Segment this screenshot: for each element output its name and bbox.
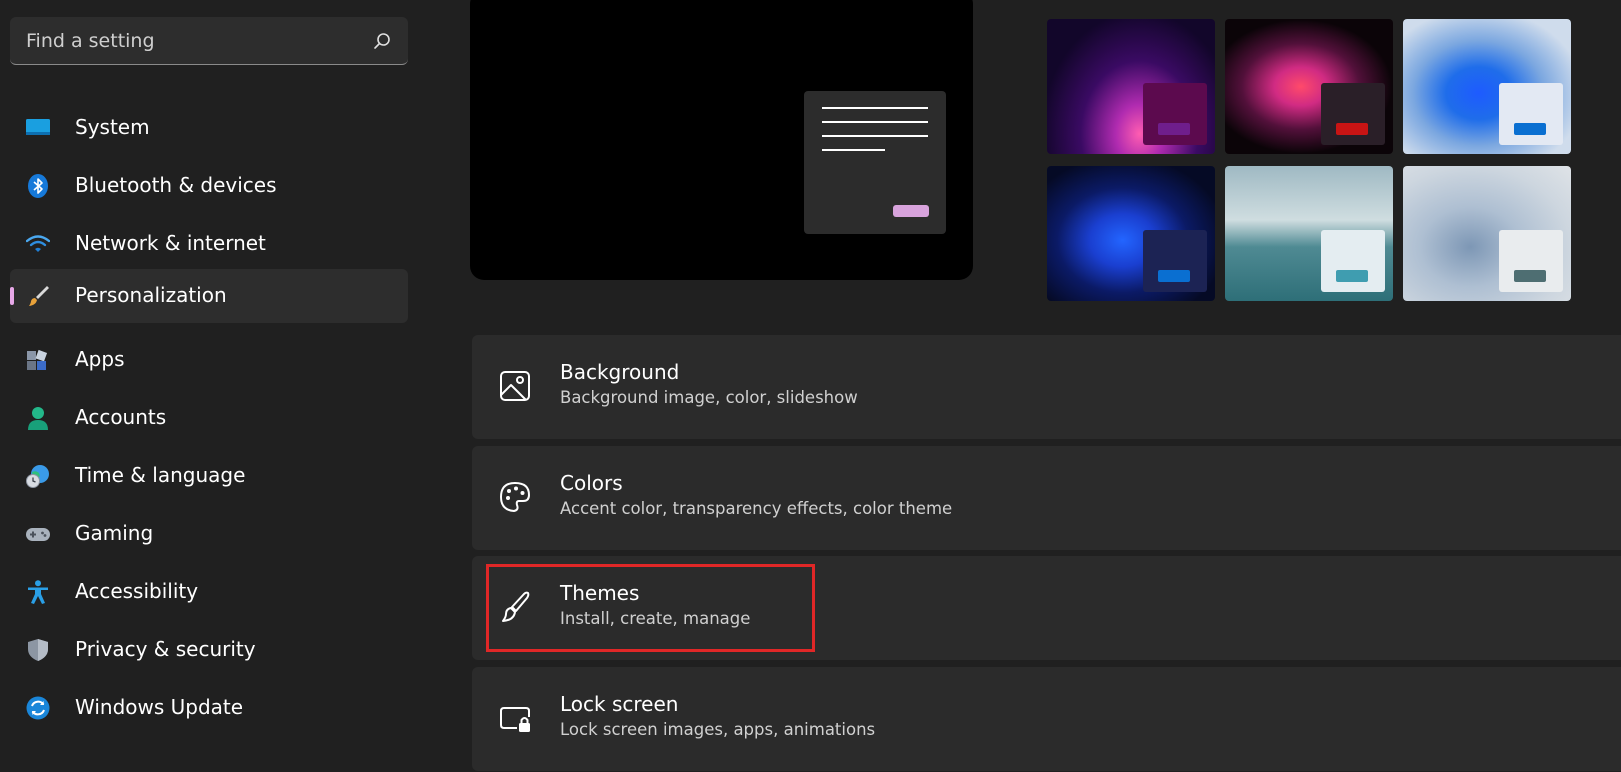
brush-icon	[29, 286, 49, 306]
theme-thumbnail-windows-light[interactable]	[1403, 19, 1571, 154]
themes-highlight-box	[486, 564, 815, 652]
shield-icon	[28, 639, 48, 661]
sidebar-item-label: System	[75, 115, 150, 139]
gamepad-icon	[26, 528, 50, 541]
card-subtitle: Lock screen images, apps, animations	[560, 720, 876, 739]
card-title: Colors	[560, 471, 623, 495]
theme-preview	[470, 0, 973, 280]
theme-mini-window	[1143, 230, 1207, 292]
bluetooth-icon	[28, 174, 48, 198]
lock-screen-card[interactable]: Lock screen Lock screen images, apps, an…	[472, 667, 1621, 771]
sidebar-item-system[interactable]: System	[10, 101, 408, 155]
theme-thumbnail-captured-motion[interactable]	[1225, 19, 1393, 154]
sidebar-item-gaming[interactable]: Gaming	[10, 507, 408, 561]
theme-accent-bar	[1514, 270, 1546, 282]
lock-screen-icon	[500, 707, 530, 732]
globe-clock-icon	[26, 465, 49, 488]
update-icon	[26, 696, 50, 720]
theme-thumbnail-sunrise[interactable]	[1403, 166, 1571, 301]
theme-accent-bar	[1158, 270, 1190, 282]
selection-indicator	[10, 287, 14, 305]
card-title: Lock screen	[560, 692, 679, 716]
sidebar-item-personalization[interactable]: Personalization	[10, 269, 408, 323]
accessibility-icon	[28, 580, 48, 604]
theme-mini-window	[1143, 83, 1207, 145]
monitor-icon	[26, 119, 50, 135]
theme-mini-window	[1321, 230, 1385, 292]
sidebar-item-label: Apps	[75, 347, 125, 371]
sidebar-item-label: Bluetooth & devices	[75, 173, 277, 197]
search-box[interactable]: Find a setting	[10, 17, 408, 65]
preview-button	[893, 205, 929, 217]
preview-line	[822, 149, 885, 151]
sidebar-item-network[interactable]: Network & internet	[10, 217, 408, 271]
colors-card[interactable]: Colors Accent color, transparency effect…	[472, 446, 1621, 550]
wifi-icon	[26, 235, 50, 252]
theme-accent-bar	[1336, 123, 1368, 135]
theme-mini-window	[1499, 230, 1563, 292]
theme-mini-window	[1499, 83, 1563, 145]
theme-thumbnail-windows-dark[interactable]	[1047, 166, 1215, 301]
sidebar-item-label: Windows Update	[75, 695, 244, 719]
apps-icon	[27, 349, 48, 370]
palette-icon	[500, 482, 530, 512]
sidebar: Find a setting System Bluetooth & device…	[0, 0, 420, 772]
theme-thumbnail-glow[interactable]	[1047, 19, 1215, 154]
theme-mini-window	[1321, 83, 1385, 145]
sidebar-item-privacy-security[interactable]: Privacy & security	[10, 623, 408, 677]
image-icon	[500, 371, 530, 401]
person-icon	[28, 407, 48, 430]
preview-line	[822, 107, 928, 109]
sidebar-item-windows-update[interactable]: Windows Update	[10, 681, 408, 735]
sidebar-item-label: Accessibility	[75, 579, 199, 603]
preview-line	[822, 135, 928, 137]
sidebar-item-label: Personalization	[75, 283, 227, 307]
theme-accent-bar	[1158, 123, 1190, 135]
sidebar-item-label: Privacy & security	[75, 637, 256, 661]
preview-line	[822, 121, 928, 123]
sidebar-item-bluetooth[interactable]: Bluetooth & devices	[10, 159, 408, 213]
sidebar-item-accounts[interactable]: Accounts	[10, 391, 408, 445]
sidebar-item-apps[interactable]: Apps	[10, 333, 408, 387]
preview-window	[804, 91, 946, 234]
sidebar-item-accessibility[interactable]: Accessibility	[10, 565, 408, 619]
card-title: Background	[560, 360, 680, 384]
card-subtitle: Background image, color, slideshow	[560, 388, 858, 407]
card-subtitle: Accent color, transparency effects, colo…	[560, 499, 953, 518]
sidebar-item-time-language[interactable]: Time & language	[10, 449, 408, 503]
search-input[interactable]: Find a setting	[26, 30, 155, 52]
sidebar-item-label: Time & language	[75, 463, 246, 487]
theme-thumbnail-flow[interactable]	[1225, 166, 1393, 301]
theme-accent-bar	[1514, 123, 1546, 135]
background-card[interactable]: Background Background image, color, slid…	[472, 335, 1621, 439]
sidebar-item-label: Gaming	[75, 521, 154, 545]
theme-accent-bar	[1336, 270, 1368, 282]
search-icon[interactable]	[372, 31, 392, 51]
sidebar-item-label: Network & internet	[75, 231, 266, 255]
sidebar-item-label: Accounts	[75, 405, 167, 429]
